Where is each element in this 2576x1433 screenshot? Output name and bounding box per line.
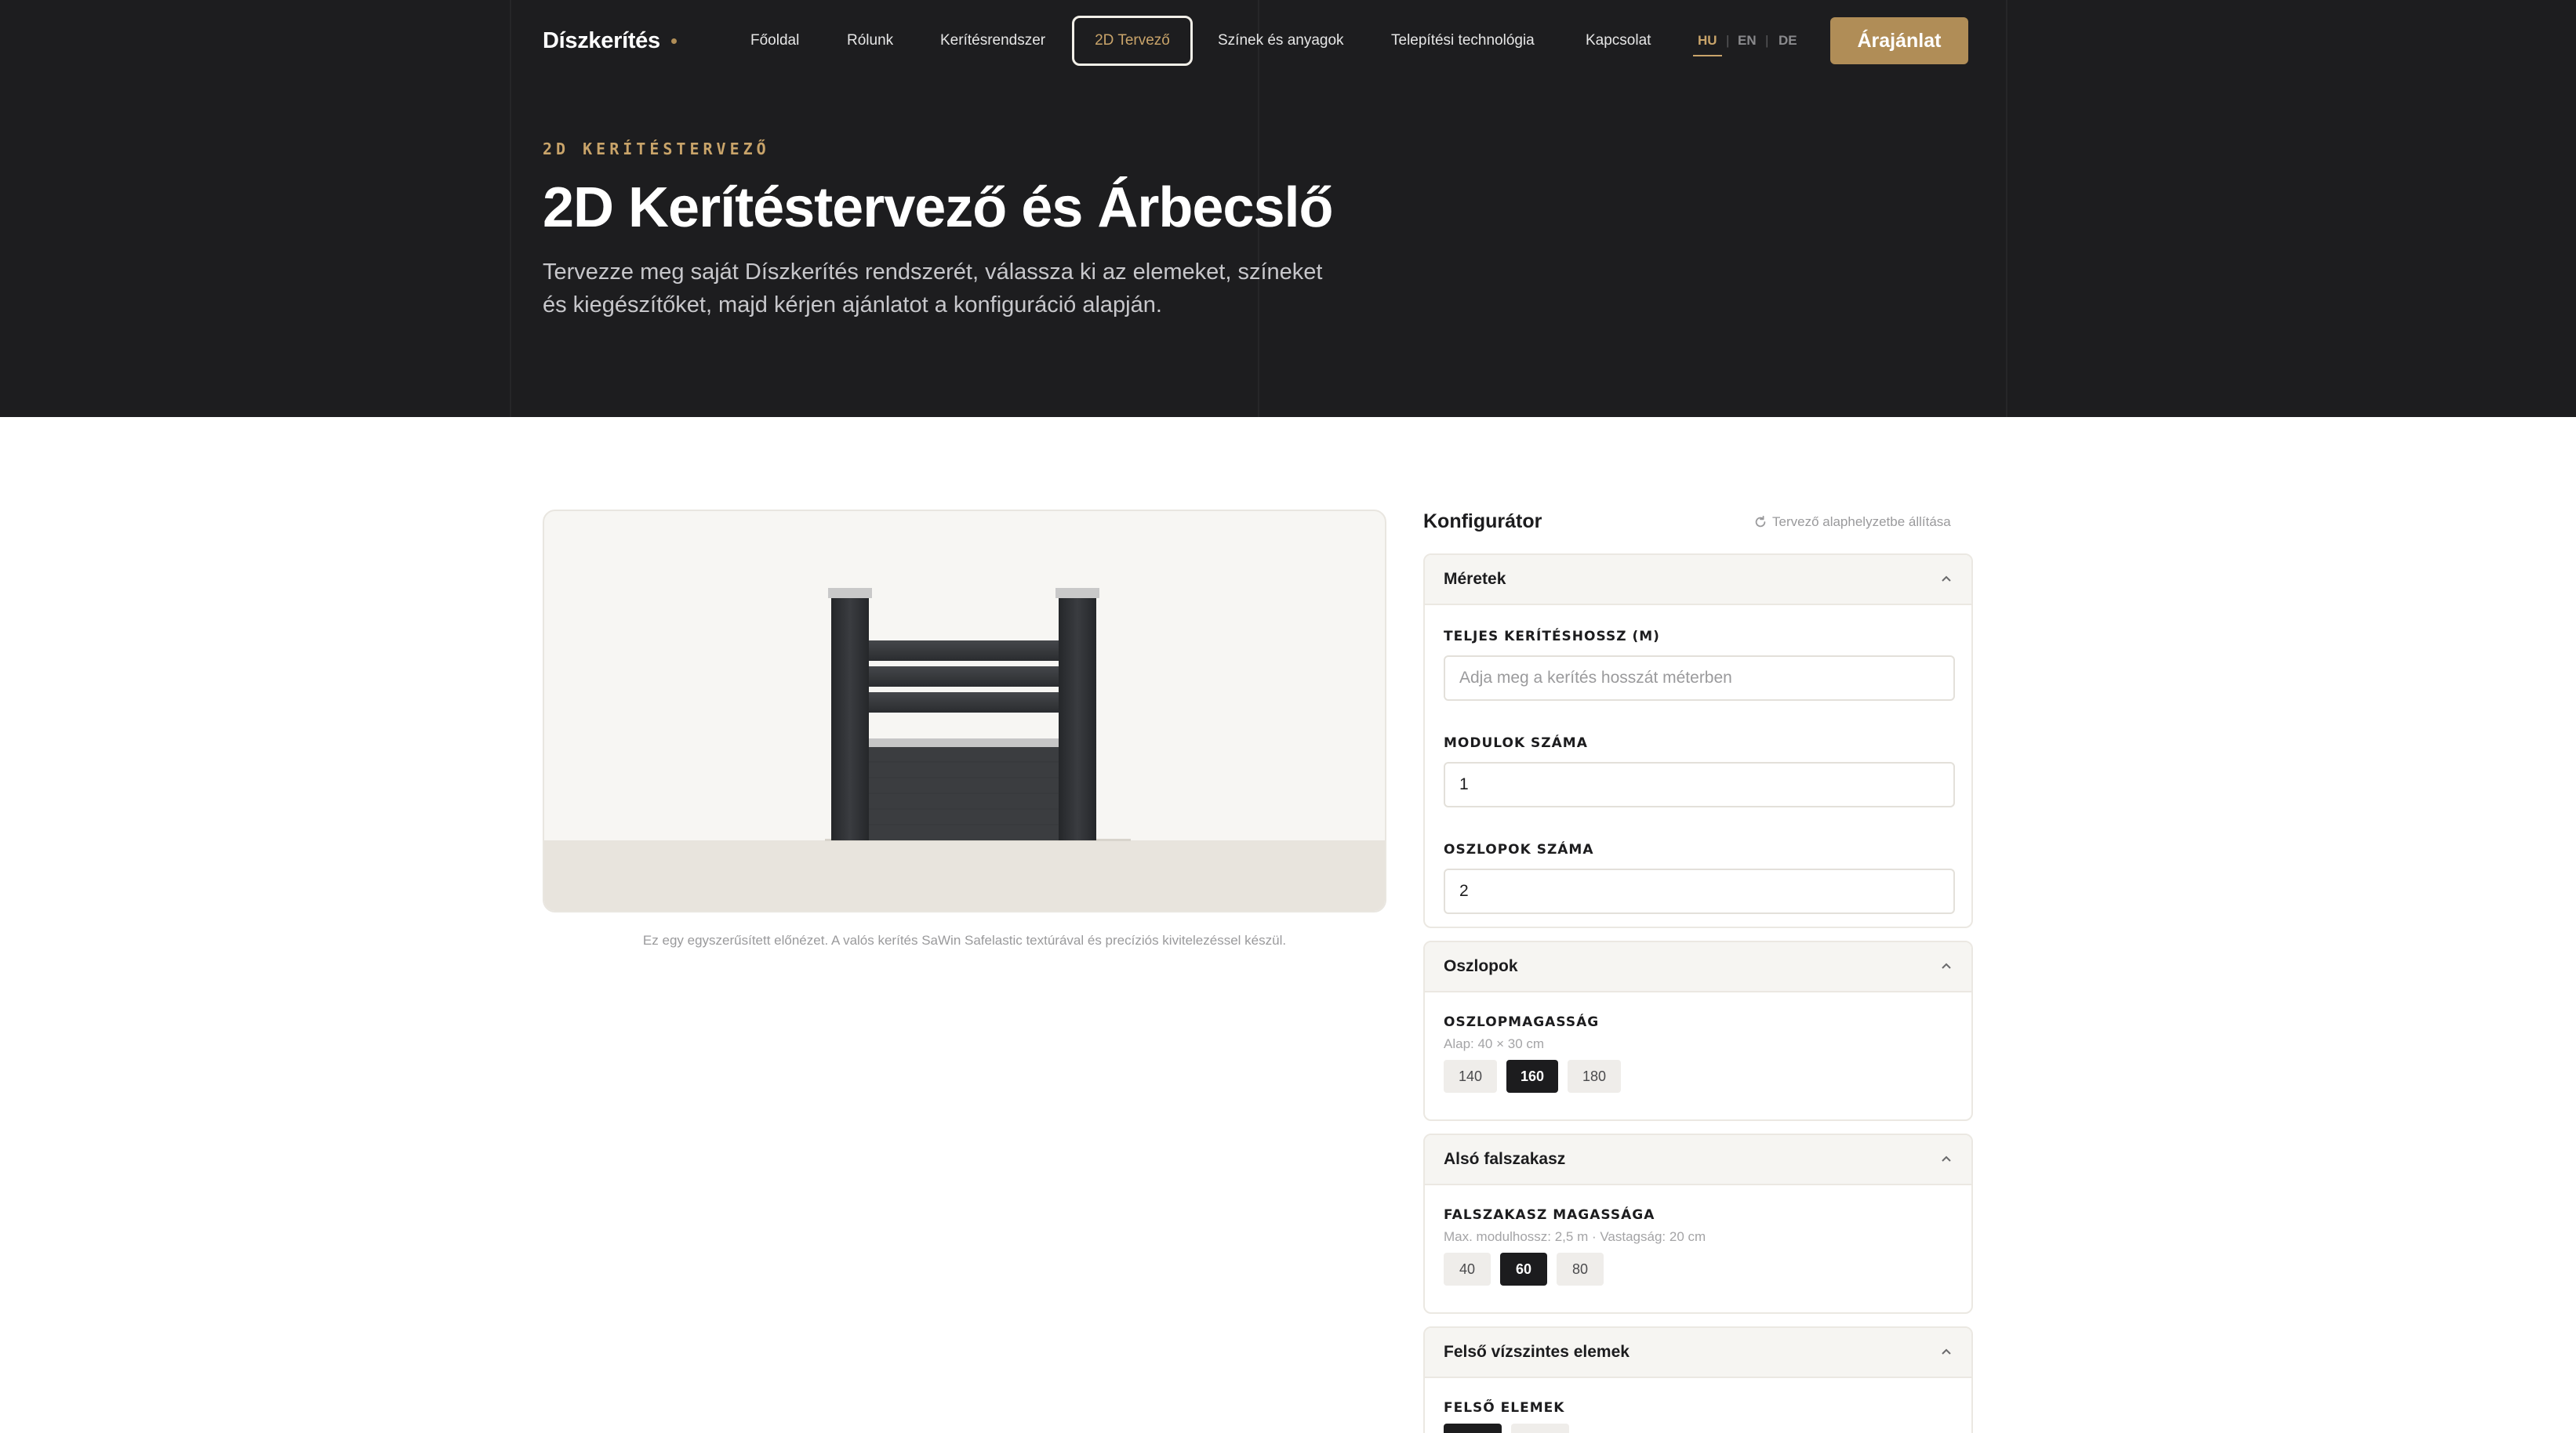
quote-button[interactable]: Árajánlat [1830, 17, 1968, 64]
fence-length-input[interactable] [1444, 655, 1955, 701]
wall-height-option[interactable]: 40 [1444, 1253, 1491, 1286]
fence-drawing [825, 588, 1131, 841]
panel-lower-wall-header[interactable]: Alsó falszakasz [1425, 1135, 1971, 1185]
top-elements-option-selected[interactable] [1444, 1424, 1502, 1433]
nav-item-kapcsolat[interactable]: Kapcsolat [1586, 16, 1651, 66]
panel-title: Méretek [1444, 570, 1506, 588]
top-elements-options [1444, 1424, 1953, 1433]
panel-top-elements: Felső vízszintes elemek FELSŐ ELEMEK [1423, 1326, 1973, 1433]
fence-length-label: TELJES KERÍTÉSHOSSZ (M) [1444, 629, 1660, 644]
chevron-up-icon [1942, 1155, 1951, 1162]
modules-label: MODULOK SZÁMA [1444, 735, 1588, 751]
wall-height-option-selected[interactable]: 60 [1500, 1253, 1547, 1286]
panel-title: Alsó falszakasz [1444, 1150, 1566, 1168]
right-post [1059, 597, 1096, 840]
posts-count-input[interactable] [1444, 869, 1955, 914]
top-rail [867, 692, 1060, 713]
hero-section: Díszkerítés Főoldal Rólunk Kerítésrendsz… [0, 0, 2576, 417]
top-rail [867, 640, 1060, 661]
panel-dimensions: Méretek TELJES KERÍTÉSHOSSZ (M) MODULOK … [1423, 553, 1973, 928]
post-height-option[interactable]: 140 [1444, 1060, 1497, 1093]
preview-caption: Ez egy egyszerűsített előnézet. A valós … [642, 933, 1287, 948]
lang-de[interactable]: DE [1778, 16, 1797, 66]
logo-dot [670, 38, 677, 44]
chevron-up-icon [1942, 1348, 1951, 1355]
panel-dimensions-header[interactable]: Méretek [1425, 555, 1971, 605]
hero-subtitle: Tervezze meg saját Díszkerítés rendszeré… [543, 259, 1323, 317]
wall-height-note: Max. modulhossz: 2,5 m · Vastagság: 20 c… [1444, 1229, 1706, 1244]
top-elements-label: FELSŐ ELEMEK [1444, 1400, 1565, 1416]
post-height-option[interactable]: 180 [1568, 1060, 1621, 1093]
configurator-title: Konfigurátor [1423, 510, 1542, 532]
post-height-option-selected[interactable]: 160 [1506, 1060, 1558, 1093]
wall-height-label: FALSZAKASZ MAGASSÁGA [1444, 1207, 1655, 1223]
nav-item-szinek-es-anyagok[interactable]: Színek és anyagok [1218, 16, 1344, 66]
panel-top-elements-header[interactable]: Felső vízszintes elemek [1425, 1328, 1971, 1378]
lower-wall-cap [864, 738, 1063, 747]
fence-preview [543, 510, 1386, 912]
wall-height-options: 40 60 80 [1444, 1253, 1953, 1286]
wall-height-option[interactable]: 80 [1557, 1253, 1604, 1286]
panel-title: Felső vízszintes elemek [1444, 1343, 1630, 1361]
nav-item-telepitesi-technologia[interactable]: Telepítési technológia [1391, 16, 1535, 66]
logo[interactable]: Díszkerítés [543, 25, 677, 56]
hero-eyebrow: 2D KERÍTÉSTERVEZŐ [543, 140, 770, 158]
logo-text: Díszkerítés [543, 27, 660, 53]
top-rail [867, 666, 1060, 687]
nav-item-rolunk[interactable]: Rólunk [847, 16, 893, 66]
reset-label: Tervező alaphelyzetbe állítása [1772, 514, 1951, 529]
post-height-note: Alap: 40 × 30 cm [1444, 1036, 1545, 1051]
top-navigation-bar: Díszkerítés Főoldal Rólunk Kerítésrendsz… [0, 0, 2576, 82]
posts-count-label: OSZLOPOK SZÁMA [1444, 842, 1594, 858]
lang-hu[interactable]: HU [1693, 16, 1722, 66]
page-title: 2D Kerítéstervező és Árbecslő [543, 176, 1333, 239]
panel-posts-header[interactable]: Oszlopok [1425, 942, 1971, 992]
left-post [831, 597, 869, 840]
refresh-icon [1755, 515, 1766, 528]
lang-separator: | [1765, 33, 1769, 48]
modules-input[interactable] [1444, 762, 1955, 807]
post-height-options: 140 160 180 [1444, 1060, 1953, 1093]
panel-lower-wall: Alsó falszakasz FALSZAKASZ MAGASSÁGA Max… [1423, 1134, 1973, 1314]
nav-item-keritesrendszer[interactable]: Kerítésrendszer [940, 16, 1045, 66]
chevron-up-icon [1942, 963, 1951, 969]
nav-item-fooldal[interactable]: Főoldal [750, 16, 799, 66]
left-post-cap [828, 588, 872, 598]
top-elements-option[interactable] [1511, 1424, 1569, 1433]
lang-separator: | [1726, 33, 1730, 48]
panel-title: Oszlopok [1444, 957, 1518, 975]
panel-posts: Oszlopok OSZLOPMAGASSÁG Alap: 40 × 30 cm… [1423, 941, 1973, 1121]
reset-designer-button[interactable]: Tervező alaphelyzetbe állítása [1753, 514, 1951, 530]
nav-item-2d-tervezo[interactable]: 2D Tervező [1072, 16, 1193, 66]
right-post-cap [1055, 588, 1099, 598]
post-height-label: OSZLOPMAGASSÁG [1444, 1014, 1600, 1030]
lang-en[interactable]: EN [1738, 16, 1757, 66]
chevron-up-icon [1942, 575, 1951, 582]
